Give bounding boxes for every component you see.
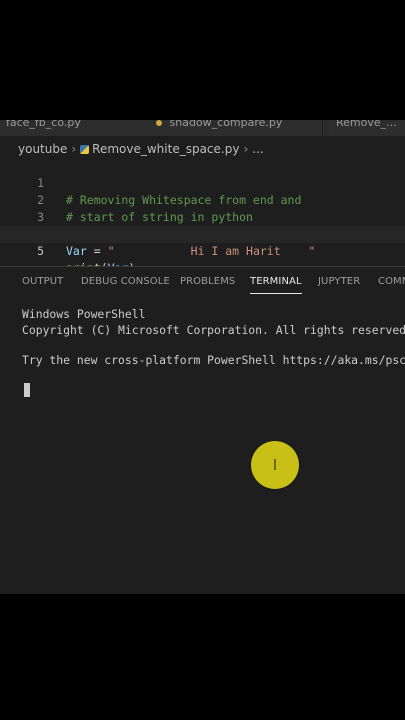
code-line[interactable]: 2 # start of string in python [0, 175, 405, 224]
chevron-right-icon: › [243, 142, 249, 156]
line-number: 5 [37, 244, 44, 258]
python-file-icon [156, 120, 162, 126]
code-line-active[interactable]: 5 print(Var) [0, 226, 405, 275]
editor-tab[interactable]: face_fb_co.py [0, 120, 153, 136]
python-file-icon [80, 145, 90, 154]
code-variable: Var [66, 244, 87, 258]
bottom-panel: OUTPUT DEBUG CONSOLE PROBLEMS TERMINAL J… [0, 266, 405, 594]
tab-label: shadow_compare.py [169, 120, 283, 129]
terminal-line: Windows PowerShell [22, 307, 146, 321]
tab-terminal[interactable]: TERMINAL [250, 276, 302, 294]
code-line[interactable]: 4 Var = " Hi I am Harit " [0, 209, 405, 258]
tab-jupyter[interactable]: JUPYTER [318, 276, 360, 287]
terminal-line: Copyright (C) Microsoft Corporation. All… [22, 323, 405, 337]
code-string: " Hi I am Harit " [107, 244, 316, 258]
mouse-pointer-highlight [251, 441, 299, 489]
editor-tab-bar: face_fb_co.py shadow_compare.py Remove_.… [0, 120, 405, 136]
terminal-cursor [24, 383, 30, 397]
editor-tab[interactable]: shadow_compare.py [150, 120, 323, 136]
chevron-right-icon: › [71, 142, 77, 156]
breadcrumb-file[interactable]: Remove_white_space.py [92, 142, 239, 156]
tab-problems[interactable]: PROBLEMS [180, 276, 235, 287]
tab-label: face_fb_co.py [6, 120, 81, 129]
code-line[interactable]: 3 [0, 192, 405, 224]
code-editor[interactable]: youtube › Remove_white_space.py ›... 1 # Re… [0, 136, 405, 275]
code-line[interactable]: 1 # Removing Whitespace from end and [0, 158, 405, 207]
editor-tab[interactable]: Remove_... [330, 120, 405, 136]
terminal-line: Try the new cross-platform PowerShell ht… [22, 353, 405, 367]
tab-debug-console[interactable]: DEBUG CONSOLE [81, 276, 170, 287]
code-statement: Var = " Hi I am Harit " [66, 243, 315, 260]
code-operator: = [86, 244, 108, 258]
tab-comments[interactable]: COMM [378, 276, 405, 287]
breadcrumb: youtube › Remove_white_space.py ›... [18, 142, 264, 156]
breadcrumb-more[interactable]: ... [252, 142, 263, 156]
breadcrumb-folder[interactable]: youtube [18, 142, 67, 156]
tab-label: Remove_... [336, 120, 397, 129]
tab-output[interactable]: OUTPUT [22, 276, 63, 287]
